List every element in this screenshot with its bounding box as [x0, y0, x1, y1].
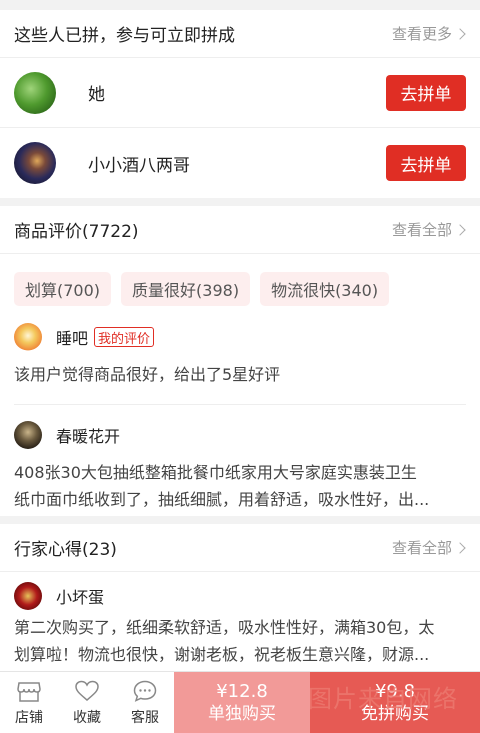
nav-service[interactable]: 客服: [116, 672, 174, 733]
group-buy-title: 这些人已拼，参与可立即拼成: [14, 26, 235, 46]
more-label: 查看全部: [391, 221, 452, 239]
experts-section: 行家心得(23) 查看全部 小坏蛋 第二次购买了，纸细柔软舒适，吸水性性好，满箱…: [0, 524, 480, 671]
group-buy-row: 小小酒八两哥 去拼单: [0, 128, 480, 198]
watermark-text: 图片来自网络: [308, 685, 458, 713]
review-text: 该用户觉得商品很好，给出了5星好评: [14, 365, 281, 384]
review-text-line: 划算啦！物流也很快，谢谢老板，祝老板生意兴隆，财源...: [14, 645, 430, 664]
reviewer-row: 春暖花开: [0, 421, 480, 449]
reviews-more-link[interactable]: 查看全部: [392, 219, 466, 240]
heart-icon: [75, 680, 99, 701]
chevron-right-icon: [454, 27, 466, 40]
reviewer-row: 小坏蛋: [0, 582, 480, 610]
reviews-header: 商品评价(7722) 查看全部: [0, 206, 480, 254]
nav-label: 客服: [131, 709, 159, 726]
more-label: 查看全部: [391, 539, 452, 557]
nav-store[interactable]: 店铺: [0, 672, 58, 733]
nav-label: 店铺: [15, 709, 43, 726]
avatar: [14, 421, 42, 449]
group-buy-more-link[interactable]: 查看更多: [392, 23, 466, 44]
reviews-title: 商品评价(7722): [14, 222, 139, 242]
chat-icon: [133, 680, 157, 702]
avatar: [14, 323, 42, 351]
avatar: [14, 142, 56, 184]
my-review-badge: 我的评价: [94, 327, 155, 347]
chevron-right-icon: [454, 541, 466, 554]
review-text-line: 纸巾面巾纸收到了，抽纸细腻，用着舒适，吸水性好，出...: [14, 490, 430, 509]
join-group-button[interactable]: 去拼单: [386, 74, 466, 111]
review-text: 第二次购买了，纸细柔软舒适，吸水性性好，满箱30包，太 划算啦！物流也很快，谢谢…: [0, 614, 480, 668]
review-tag[interactable]: 质量很好(398): [121, 272, 251, 306]
review-text-line: 第二次购买了，纸细柔软舒适，吸水性性好，满箱30包，太: [14, 618, 435, 637]
reviewer-row: 睡吧 我的评价: [0, 323, 480, 351]
group-buy-user-name: 她: [88, 85, 105, 105]
avatar: [14, 71, 56, 114]
reviews-section: 商品评价(7722) 查看全部 划算(700) 质量很好(398) 物流很快(3…: [0, 206, 480, 516]
review-tag[interactable]: 物流很快(340): [260, 272, 390, 306]
review-tag[interactable]: 划算(700): [14, 272, 112, 306]
avatar: [14, 582, 42, 610]
nav-favorite[interactable]: 收藏: [58, 672, 116, 733]
reviewer-name: 小坏蛋: [56, 588, 105, 607]
review-text-line: 408张30大包抽纸整箱批餐巾纸家用大号家庭实惠装卫生: [14, 463, 417, 482]
nav-label: 收藏: [73, 709, 101, 726]
store-icon: [17, 681, 41, 702]
group-buy-row: 她 去拼单: [0, 58, 480, 128]
experts-more-link[interactable]: 查看全部: [392, 537, 466, 558]
buy-single-button[interactable]: ¥12.8 单独购买: [174, 672, 310, 733]
join-group-button[interactable]: 去拼单: [386, 145, 466, 181]
group-buy-header: 这些人已拼，参与可立即拼成 查看更多: [0, 10, 480, 58]
review-text: 408张30大包抽纸整箱批餐巾纸家用大号家庭实惠装卫生 纸巾面巾纸收到了，抽纸细…: [0, 459, 480, 513]
reviewer-name: 春暖花开: [56, 427, 121, 446]
group-buy-user-name: 小小酒八两哥: [88, 155, 190, 176]
more-label: 查看更多: [391, 25, 452, 43]
experts-header: 行家心得(23) 查看全部: [0, 524, 480, 572]
experts-title: 行家心得(23): [14, 540, 117, 560]
divider: [14, 404, 466, 405]
review-tags: 划算(700) 质量很好(398) 物流很快(340): [0, 254, 480, 306]
reviewer-name: 睡吧: [56, 329, 89, 348]
single-price: ¥12.8: [216, 681, 268, 702]
chevron-right-icon: [454, 223, 466, 236]
single-label: 单独购买: [208, 704, 276, 724]
group-buy-section: 这些人已拼，参与可立即拼成 查看更多 她 去拼单 小小酒八两哥 去拼单: [0, 10, 480, 198]
